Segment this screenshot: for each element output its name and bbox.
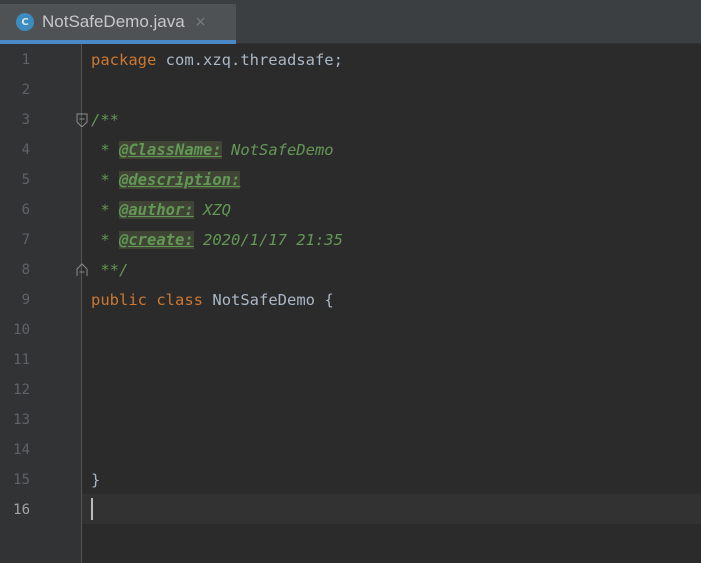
doc-comment-close: **/ <box>91 261 129 279</box>
fold-open-icon[interactable] <box>76 113 88 127</box>
doc-tag-classname: @ClassName: <box>119 141 222 159</box>
line-number: 1 <box>21 52 30 68</box>
keyword-public: public <box>91 291 147 309</box>
line-number: 10 <box>13 322 30 338</box>
line-number: 11 <box>13 352 30 368</box>
doc-comment-prefix: * <box>91 231 119 249</box>
line-number-gutter[interactable]: 1 2 3 4 5 6 7 8 9 10 11 12 13 14 15 16 <box>0 44 82 563</box>
package-name: com.xzq.threadsafe; <box>156 51 343 69</box>
code-line-9[interactable]: public class NotSafeDemo { <box>91 285 334 315</box>
doc-tag-description: @description: <box>119 171 241 189</box>
close-brace: } <box>91 471 101 489</box>
editor-tab-bar: C NotSafeDemo.java × <box>0 0 701 44</box>
class-name: NotSafeDemo <box>212 291 316 309</box>
java-class-icon: C <box>16 13 34 31</box>
code-line-3[interactable]: /** <box>91 105 119 135</box>
line-number: 4 <box>21 142 30 158</box>
line-number: 6 <box>21 202 30 218</box>
code-line-6[interactable]: * @author: XZQ <box>91 195 231 225</box>
line-number-current: 16 <box>13 502 30 518</box>
keyword: package <box>91 51 157 69</box>
doc-tag-value: XZQ <box>193 201 231 219</box>
line-number: 8 <box>21 262 30 278</box>
code-line-8[interactable]: **/ <box>91 255 128 285</box>
doc-tag-create: @create: <box>119 231 194 249</box>
line-number: 12 <box>13 382 30 398</box>
doc-comment-prefix: * <box>91 171 119 189</box>
current-line-highlight <box>82 494 701 524</box>
text-cursor <box>91 498 93 520</box>
line-number: 14 <box>13 442 30 458</box>
close-icon[interactable]: × <box>195 14 207 30</box>
doc-tag-value: NotSafeDemo <box>221 141 334 159</box>
doc-comment-prefix: * <box>91 201 119 219</box>
doc-comment-prefix: * <box>91 141 119 159</box>
fold-close-icon[interactable] <box>76 262 88 276</box>
tab-title: NotSafeDemo.java <box>42 12 185 31</box>
code-line-7[interactable]: * @create: 2020/1/17 21:35 <box>91 225 343 255</box>
code-line-15[interactable]: } <box>91 465 100 495</box>
line-number: 13 <box>13 412 30 428</box>
code-line-5[interactable]: * @description: <box>91 165 241 195</box>
code-line-1[interactable]: package com.xzq.threadsafe; <box>91 45 343 75</box>
doc-tag-value: 2020/1/17 21:35 <box>193 231 343 249</box>
doc-comment-open: /** <box>91 111 119 129</box>
doc-tag-author: @author: <box>119 201 194 219</box>
line-number: 7 <box>21 232 30 248</box>
line-number: 9 <box>21 292 30 308</box>
tab-notsafedemo-java[interactable]: C NotSafeDemo.java × <box>0 4 236 44</box>
line-number: 15 <box>13 472 30 488</box>
line-number: 5 <box>21 172 30 188</box>
line-number: 3 <box>21 112 30 128</box>
code-line-4[interactable]: * @ClassName: NotSafeDemo <box>91 135 334 165</box>
keyword-class: class <box>156 291 204 309</box>
line-number: 2 <box>21 82 30 98</box>
open-brace: { <box>324 291 334 309</box>
